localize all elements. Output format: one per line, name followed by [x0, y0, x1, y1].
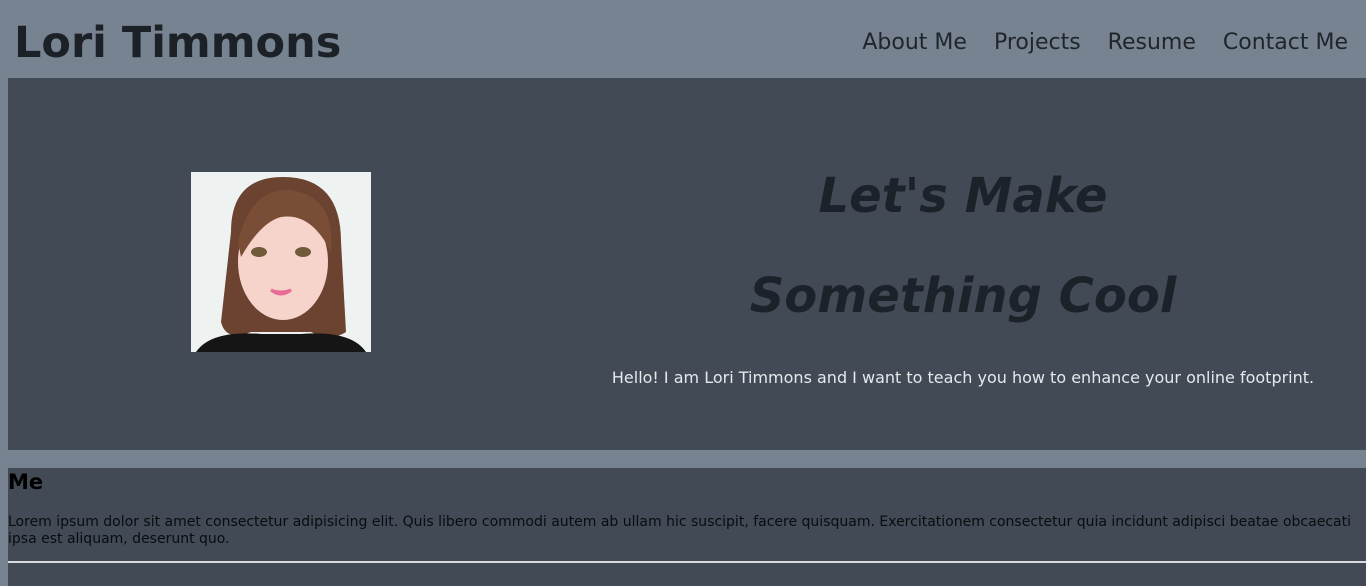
headline-line-2: Something Cool: [749, 268, 1177, 324]
site-header: Lori Timmons About Me Projects Resume Co…: [0, 0, 1366, 78]
nav-about-me[interactable]: About Me: [862, 30, 967, 55]
main-nav: About Me Projects Resume Contact Me: [862, 30, 1348, 55]
nav-resume[interactable]: Resume: [1108, 30, 1196, 55]
avatar: [191, 172, 371, 352]
divider: [8, 561, 1366, 563]
site-title[interactable]: Lori Timmons: [14, 18, 341, 68]
about-heading: Me: [8, 470, 44, 494]
headline-line-1: Let's Make: [818, 168, 1108, 224]
about-body: Lorem ipsum dolor sit amet consectetur a…: [8, 514, 1351, 547]
about-section: Me Lorem ipsum dolor sit amet consectetu…: [8, 468, 1366, 586]
hero-section: Let's Make Something Cool Hello! I am Lo…: [8, 78, 1366, 450]
tagline: Hello! I am Lori Timmons and I want to t…: [611, 368, 1315, 387]
nav-projects[interactable]: Projects: [994, 30, 1081, 55]
nav-contact-me[interactable]: Contact Me: [1223, 30, 1348, 55]
